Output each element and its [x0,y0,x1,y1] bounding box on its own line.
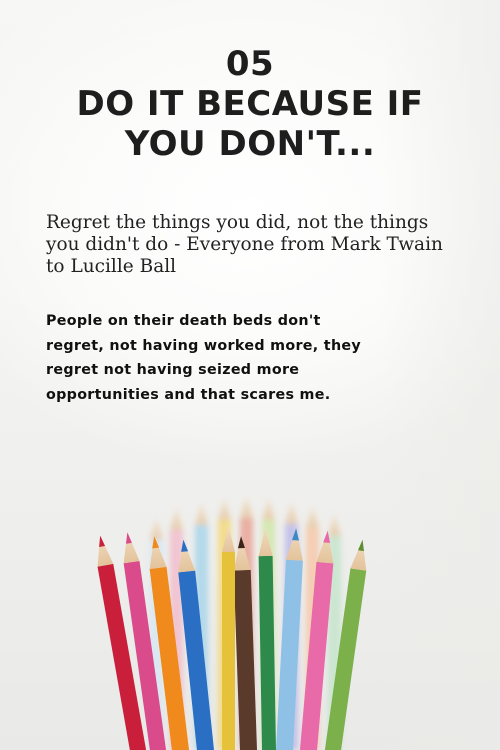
headline-line-2: YOU DON'T... [124,124,376,165]
body-paragraph: People on their death beds don't regret,… [46,313,362,403]
headline: 05 DO IT BECAUSE IF YOU DON'T... [0,44,500,164]
colored-pencils-image [97,496,367,750]
quote-text: Regret the things you did, not the thing… [46,212,443,278]
section-number: 05 [225,44,275,84]
headline-line-1: DO IT BECAUSE IF [76,84,424,125]
